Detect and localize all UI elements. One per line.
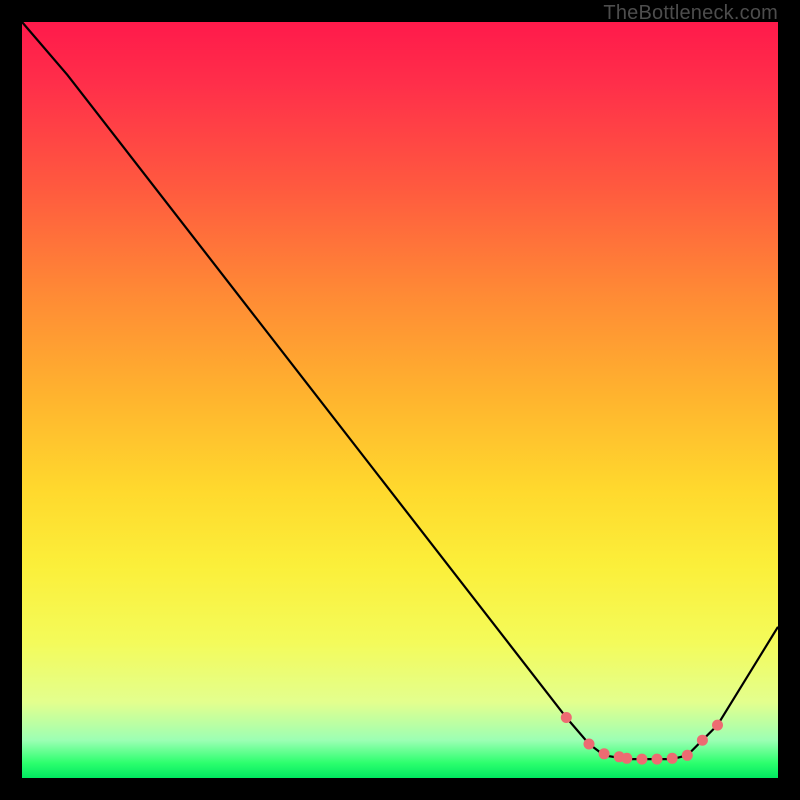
chart-frame: TheBottleneck.com <box>0 0 800 800</box>
curve-marker <box>652 754 663 765</box>
attribution-label: TheBottleneck.com <box>603 2 778 25</box>
plot-area <box>22 22 778 778</box>
curve-marker <box>682 750 693 761</box>
curve-marker <box>599 748 610 759</box>
curve-marker <box>636 754 647 765</box>
curve-marker <box>712 720 723 731</box>
curve-marker <box>584 739 595 750</box>
curve-marker <box>561 712 572 723</box>
bottleneck-curve <box>22 22 778 778</box>
curve-line <box>22 22 778 759</box>
curve-marker <box>667 753 678 764</box>
curve-marker <box>697 735 708 746</box>
curve-marker <box>621 753 632 764</box>
